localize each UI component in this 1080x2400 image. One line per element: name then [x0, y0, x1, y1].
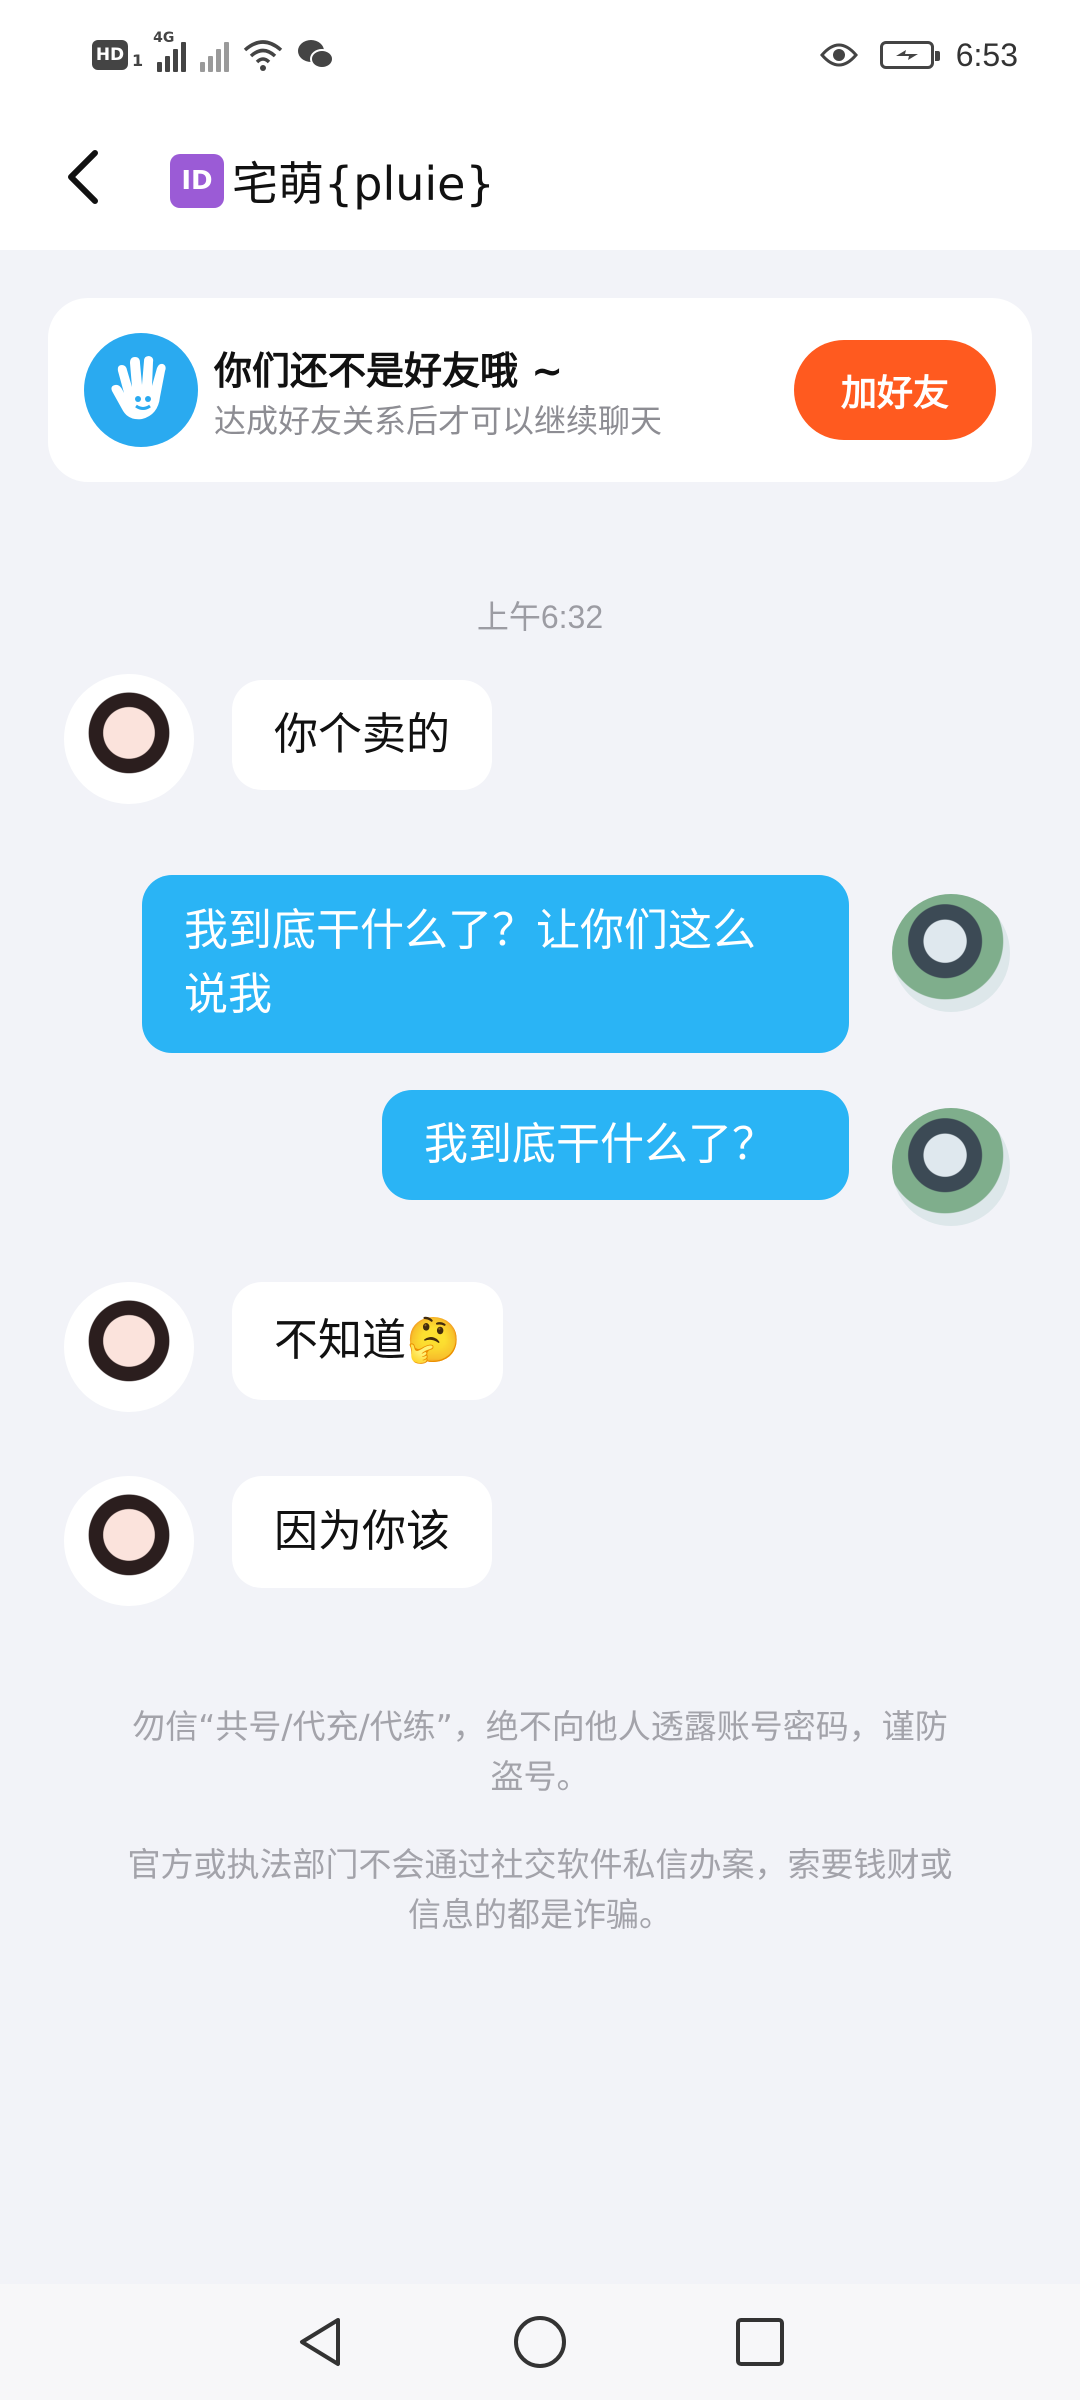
notice-line: 官方或执法部门不会通过社交软件私信办案，索要钱财或: [127, 1845, 953, 1884]
message-text: 你个卖的: [274, 709, 450, 760]
notice-line: 盗号。: [490, 1757, 590, 1796]
status-right: 6:53: [819, 30, 1018, 80]
friend-card-subtitle: 达成好友关系后才可以继续聊天: [214, 402, 663, 440]
message-bubble-incoming[interactable]: 因为你该: [232, 1476, 492, 1588]
my-avatar[interactable]: [892, 1108, 1010, 1226]
signal-sim2-icon: [200, 38, 230, 72]
contact-name: 宅萌{pluie}: [232, 157, 495, 211]
contact-avatar[interactable]: [64, 1282, 194, 1412]
my-avatar[interactable]: [892, 894, 1010, 1012]
nav-recents-button[interactable]: [725, 2307, 795, 2377]
nav-back-button[interactable]: [285, 2307, 355, 2377]
notice-line: 勿信“共号/代充/代练”，绝不向他人透露账号密码，谨防: [132, 1707, 948, 1746]
message-text: 因为你该: [274, 1506, 450, 1557]
contact-avatar[interactable]: [64, 674, 194, 804]
message-text: 我到底干什么了？: [424, 1119, 776, 1170]
network-label: 4G: [153, 30, 175, 46]
message-bubble-incoming[interactable]: 你个卖的: [232, 680, 492, 790]
security-notice: 勿信“共号/代充/代练”，绝不向他人透露账号密码，谨防 盗号。: [80, 1702, 1000, 1802]
back-arrow-icon: [68, 150, 98, 204]
message-text-line: 我到底干什么了？让你们这么: [184, 905, 756, 956]
message-bubble-incoming[interactable]: 不知道🤔: [232, 1282, 503, 1400]
signal-4g-icon: 4G: [153, 30, 187, 72]
wechat-icon: [298, 40, 335, 69]
nav-recents-icon: [736, 2318, 784, 2366]
message-bubble-outgoing[interactable]: 我到底干什么了？让你们这么 说我: [142, 875, 849, 1053]
hd-icon: HD: [92, 40, 128, 70]
eye-icon: [819, 43, 858, 67]
friend-card-title: 你们还不是好友哦 ~: [214, 349, 564, 393]
thinking-face-emoji: 🤔: [406, 1315, 461, 1366]
friend-request-card: 你们还不是好友哦 ~ 达成好友关系后才可以继续聊天 加好友: [48, 298, 1032, 482]
contact-avatar[interactable]: [64, 1476, 194, 1606]
id-badge-icon: ID: [170, 154, 224, 208]
nav-home-icon: [514, 2316, 566, 2368]
nav-home-button[interactable]: [505, 2307, 575, 2377]
status-left: HD 1 4G: [92, 30, 335, 80]
nav-back-icon: [300, 2318, 340, 2366]
message-bubble-outgoing[interactable]: 我到底干什么了？: [382, 1090, 849, 1200]
back-button[interactable]: [48, 142, 118, 212]
status-time: 6:53: [955, 36, 1018, 73]
sim-number: 1: [132, 50, 144, 70]
message-text: 不知道: [274, 1315, 406, 1366]
add-friend-button[interactable]: 加好友: [794, 340, 996, 440]
wifi-icon: [243, 40, 283, 71]
notice-line: 信息的都是诈骗。: [408, 1895, 672, 1934]
message-timestamp: 上午6:32: [476, 599, 604, 635]
chat-title[interactable]: ID 宅萌{pluie}: [170, 146, 495, 216]
message-text-line: 说我: [184, 969, 272, 1020]
status-bar: HD 1 4G 6:53: [0, 0, 1080, 110]
wave-hand-icon: [84, 333, 198, 447]
system-nav-bar: [0, 2284, 1080, 2400]
chat-header: ID 宅萌{pluie}: [0, 110, 1080, 250]
battery-icon: [879, 41, 940, 69]
fraud-notice: 官方或执法部门不会通过社交软件私信办案，索要钱财或 信息的都是诈骗。: [80, 1840, 1000, 1940]
